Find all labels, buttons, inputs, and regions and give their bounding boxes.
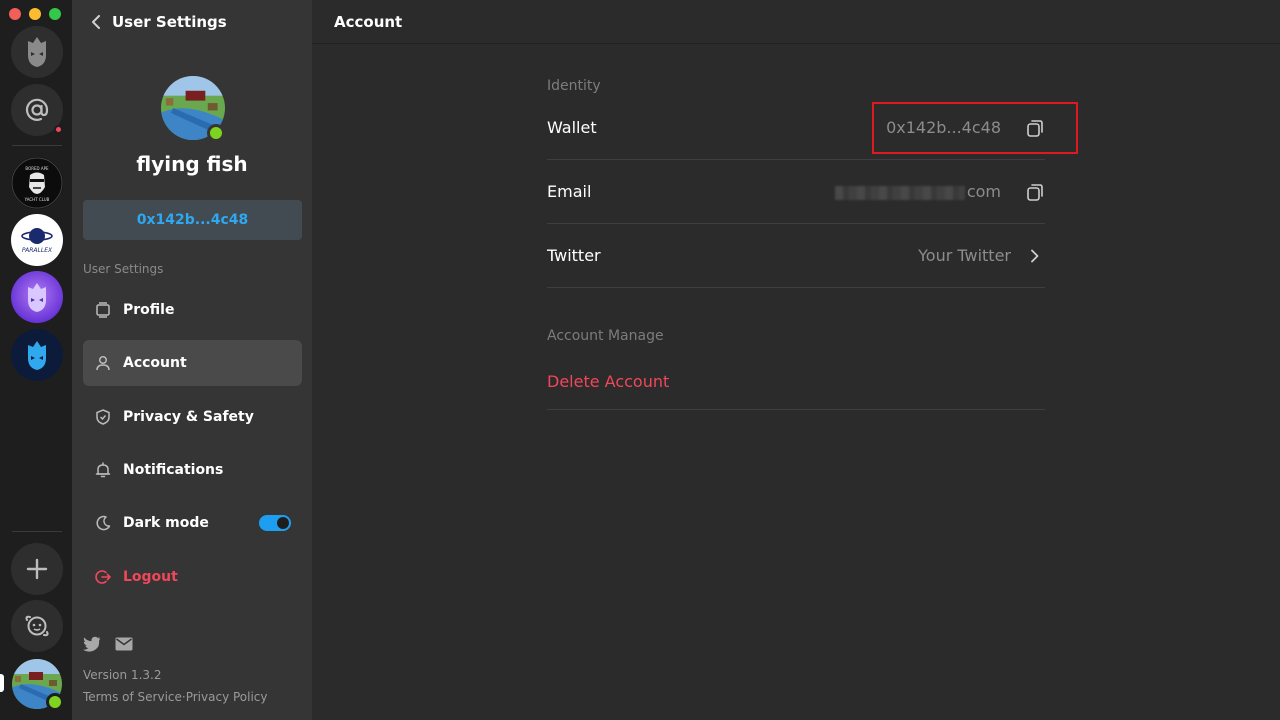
menu-item-dark-mode: Dark mode [83, 500, 302, 546]
settings-sidebar: User Settings flying fish 0x142b...4c48 … [72, 0, 312, 720]
wallet-address-pill[interactable]: 0x142b...4c48 [83, 200, 302, 240]
back-button[interactable] [86, 12, 106, 32]
menu-item-label: Notifications [123, 462, 223, 478]
terms-link[interactable]: Terms of Service [83, 690, 182, 704]
moon-icon [94, 514, 112, 532]
bell-icon [94, 461, 112, 479]
explore-button[interactable] [11, 600, 63, 652]
page-title: Account [312, 0, 1280, 44]
privacy-link[interactable]: Privacy Policy [186, 690, 268, 704]
settings-section-label: User Settings [83, 262, 163, 276]
blue-ghost-icon [21, 338, 53, 372]
delete-account-button[interactable]: Delete Account [547, 372, 669, 391]
menu-item-account[interactable]: Account [83, 340, 302, 386]
ape-logo-icon: BORED APE YACHT CLUB [11, 157, 63, 209]
menu-item-label: Profile [123, 302, 174, 318]
svg-text:BORED APE: BORED APE [25, 166, 49, 171]
menu-item-label: Account [123, 355, 187, 371]
online-status-dot [46, 693, 64, 711]
logout-icon [94, 568, 112, 586]
menu-item-privacy[interactable]: Privacy & Safety [83, 394, 302, 440]
mentions-button[interactable] [11, 84, 63, 136]
menu-item-notifications[interactable]: Notifications [83, 447, 302, 493]
at-sign-icon [24, 97, 50, 123]
rail-divider-bottom [12, 531, 62, 532]
user-avatar-button[interactable] [11, 658, 63, 710]
twitter-value: Your Twitter [918, 246, 1011, 265]
window-controls [9, 8, 61, 20]
shield-icon [94, 408, 112, 426]
active-indicator [0, 674, 4, 692]
settings-title: User Settings [112, 13, 227, 31]
redacted-email [835, 186, 965, 200]
email-value: com [835, 182, 1001, 201]
wallet-label: Wallet [547, 118, 597, 137]
twitter-icon[interactable] [83, 636, 101, 652]
social-links [83, 636, 133, 652]
app-window: BORED APE YACHT CLUB PARALLEX [0, 0, 1280, 720]
server-parallex[interactable]: PARALLEX [11, 214, 63, 266]
copy-email-button[interactable] [1025, 182, 1045, 202]
rail-divider [12, 145, 62, 146]
minimize-window-button[interactable] [29, 8, 41, 20]
copy-icon [1025, 182, 1045, 202]
twitter-label: Twitter [547, 246, 601, 265]
user-icon [94, 354, 112, 372]
planet-face-icon [23, 612, 51, 640]
username: flying fish [72, 152, 312, 176]
delete-account-row: Delete Account [547, 354, 1045, 410]
menu-item-profile[interactable]: Profile [83, 287, 302, 333]
unread-dot [54, 125, 63, 134]
svg-text:PARALLEX: PARALLEX [22, 247, 53, 254]
menu-item-label: Privacy & Safety [123, 409, 254, 425]
email-row: Email com [547, 160, 1045, 224]
planet-logo-icon: PARALLEX [11, 214, 63, 266]
twitter-row[interactable]: Twitter Your Twitter [547, 224, 1045, 288]
maximize-window-button[interactable] [49, 8, 61, 20]
home-button[interactable] [11, 26, 63, 78]
chevron-left-icon [91, 15, 101, 29]
online-status-dot [207, 124, 225, 142]
dark-mode-toggle[interactable] [259, 515, 291, 531]
mail-icon[interactable] [115, 636, 133, 652]
svg-text:YACHT CLUB: YACHT CLUB [24, 197, 50, 202]
server-blue-ghost[interactable] [11, 329, 63, 381]
chevron-right-icon [1030, 249, 1040, 263]
purple-ghost-icon [21, 280, 53, 314]
email-suffix: com [967, 182, 1001, 201]
account-manage-label: Account Manage [547, 328, 664, 344]
menu-item-logout[interactable]: Logout [83, 554, 302, 600]
profile-icon [94, 301, 112, 319]
app-version: Version 1.3.2 [83, 668, 161, 682]
email-label: Email [547, 182, 591, 201]
highlight-box [872, 102, 1078, 154]
menu-item-label: Dark mode [123, 515, 209, 531]
server-bored-ape[interactable]: BORED APE YACHT CLUB [11, 157, 63, 209]
account-page: Account Identity Wallet 0x142b...4c48 Em… [312, 0, 1280, 720]
legal-links: Terms of Service·Privacy Policy [83, 690, 268, 704]
add-server-button[interactable] [11, 543, 63, 595]
settings-header: User Settings [72, 0, 312, 44]
close-window-button[interactable] [9, 8, 21, 20]
server-rail: BORED APE YACHT CLUB PARALLEX [0, 0, 72, 720]
ghost-logo-icon [22, 35, 52, 69]
server-purple-ghost[interactable] [11, 271, 63, 323]
menu-item-label: Logout [123, 569, 178, 585]
plus-icon [25, 557, 49, 581]
identity-section-label: Identity [547, 78, 601, 94]
twitter-chevron[interactable] [1025, 246, 1045, 266]
